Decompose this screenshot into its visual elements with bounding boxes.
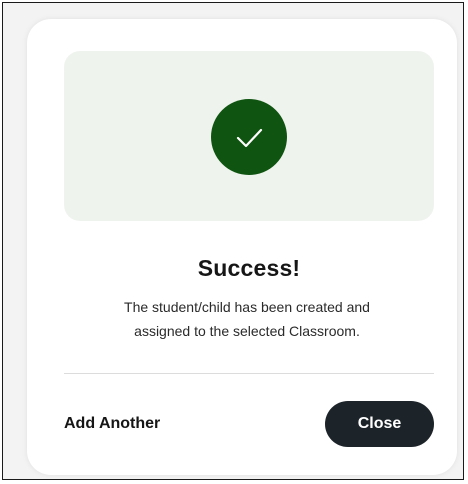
screenshot-frame: Success! The student/child has been crea… — [2, 2, 464, 480]
close-button[interactable]: Close — [325, 401, 434, 447]
success-badge — [211, 99, 287, 175]
dialog-title: Success! — [197, 255, 301, 281]
dialog-message-line-1: The student/child has been created and — [124, 299, 370, 315]
success-dialog: Success! The student/child has been crea… — [27, 19, 457, 475]
divider — [64, 373, 434, 374]
dialog-message-line-2: assigned to the selected Classroom. — [134, 323, 360, 339]
add-another-button[interactable]: Add Another — [64, 415, 160, 433]
success-hero-panel — [64, 51, 434, 221]
dialog-message: The student/child has been created and a… — [97, 295, 397, 343]
